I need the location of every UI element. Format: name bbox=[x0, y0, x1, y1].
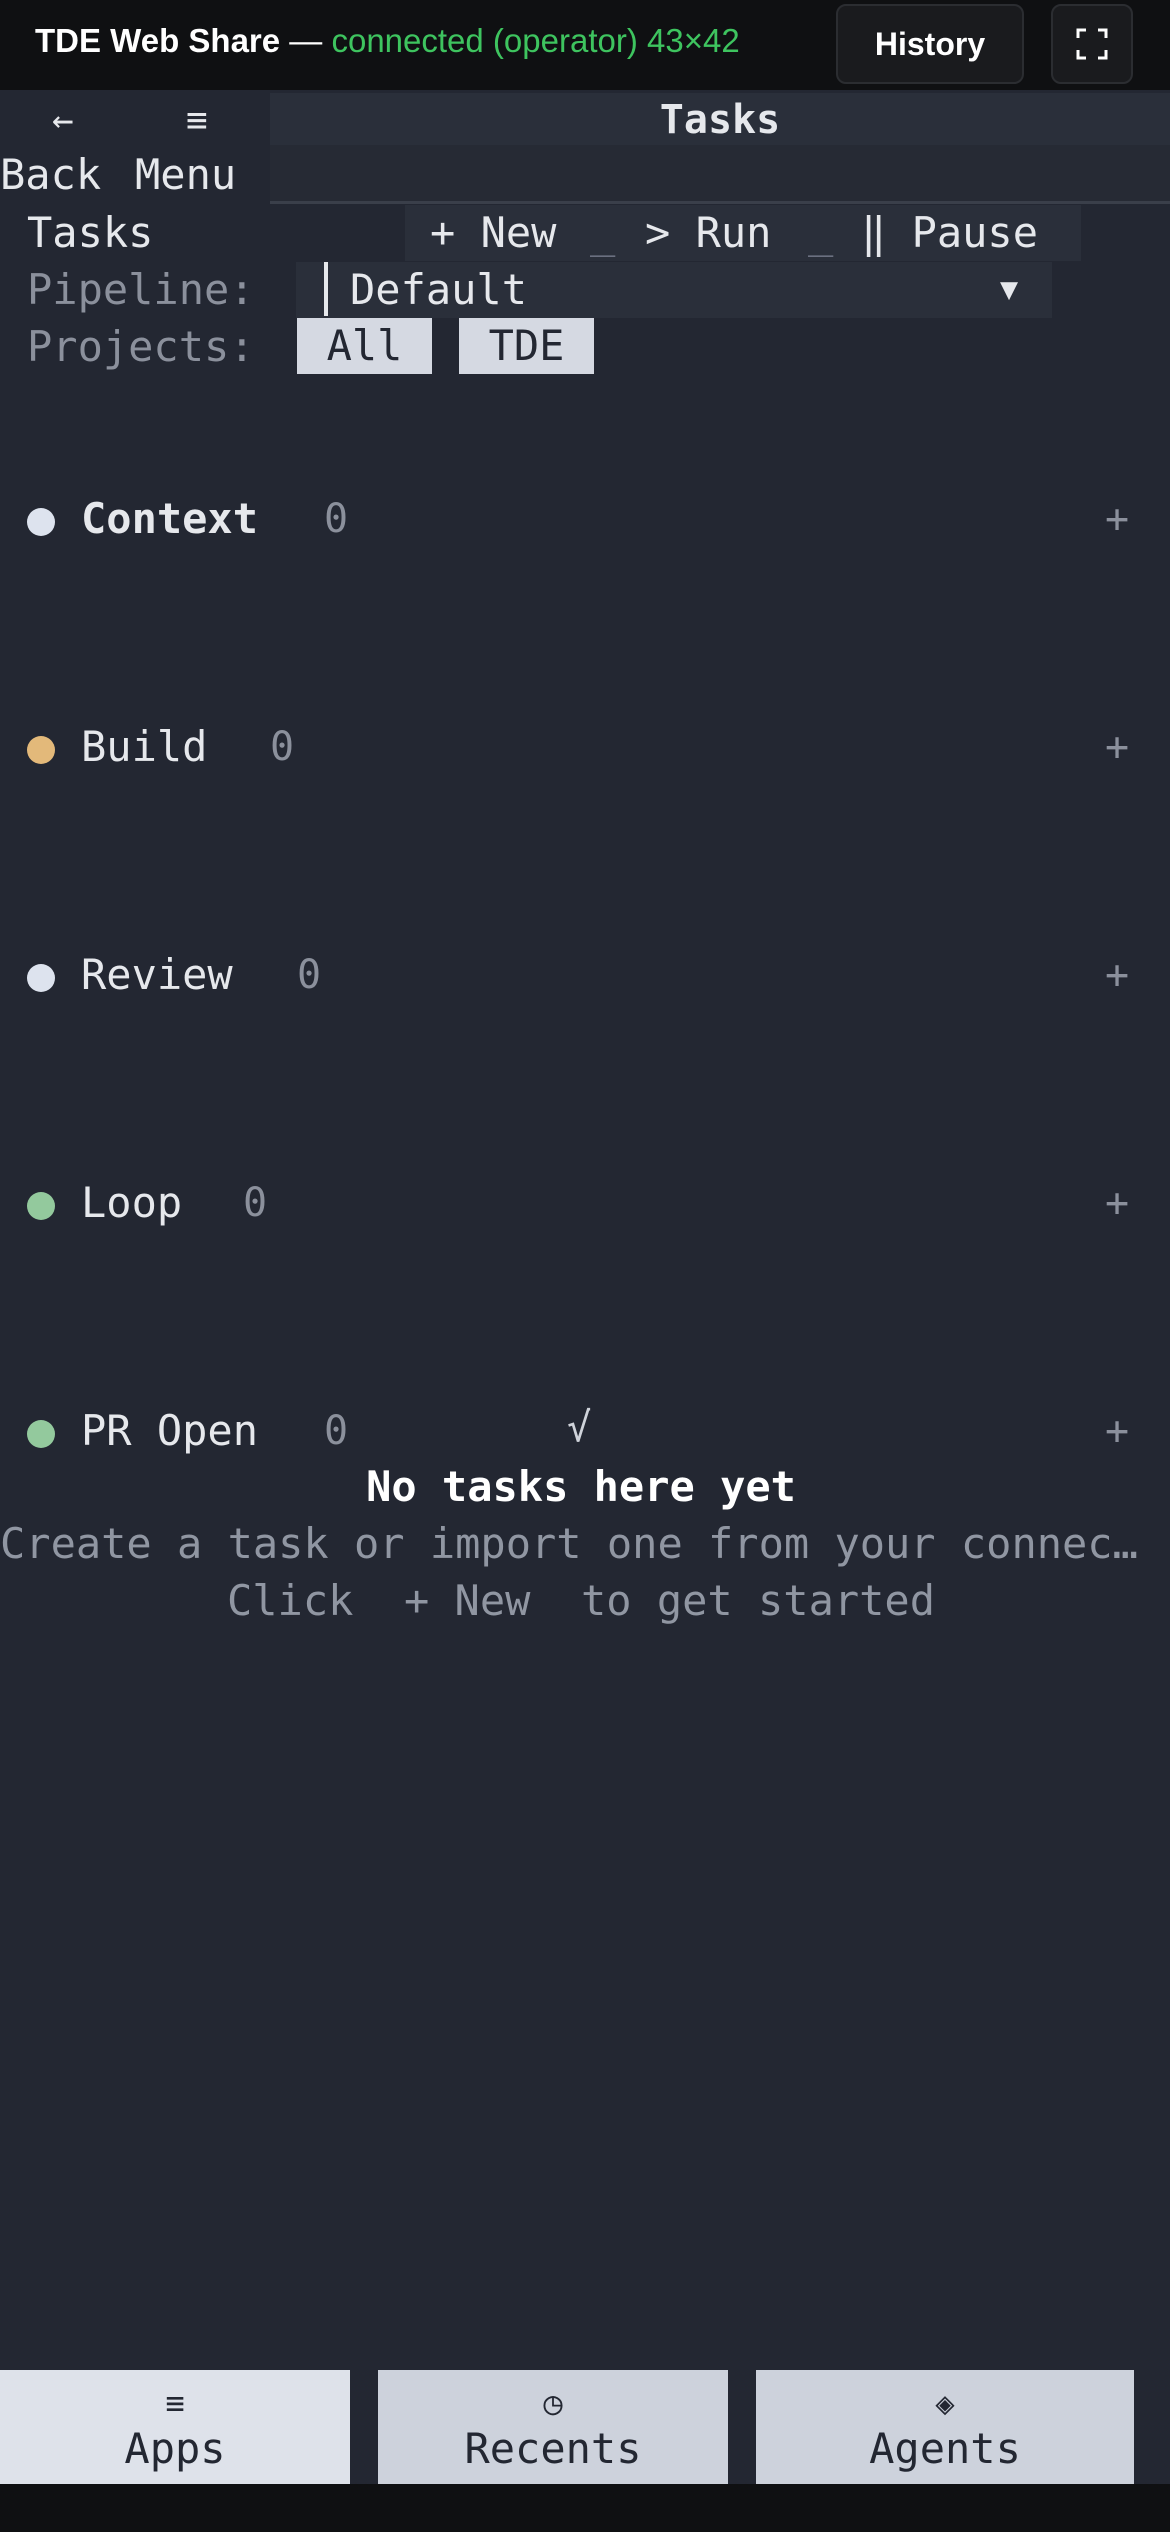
toolbar-separator: _ bbox=[590, 208, 616, 257]
back-button[interactable]: Back bbox=[0, 150, 101, 199]
status-dot bbox=[27, 508, 55, 536]
connection-status: connected (operator) 43×42 bbox=[331, 22, 740, 59]
text-cursor bbox=[324, 262, 328, 316]
empty-state-title: No tasks here yet bbox=[366, 1462, 796, 1511]
add-task-button[interactable]: + bbox=[1105, 952, 1129, 998]
app-name: TDE Web Share bbox=[35, 22, 281, 59]
project-chip-tde[interactable]: TDE bbox=[459, 318, 594, 374]
column-row-context[interactable]: Context 0 + bbox=[0, 490, 1170, 550]
column-name: PR Open bbox=[81, 1406, 259, 1455]
column-count: 0 bbox=[243, 1180, 268, 1226]
project-chip-all[interactable]: All bbox=[297, 318, 432, 374]
column-row-loop[interactable]: Loop 0 + bbox=[0, 1174, 1170, 1234]
screen-title: Tasks bbox=[659, 97, 781, 143]
title-bar-lower bbox=[270, 145, 1170, 204]
pipeline-label: Pipeline: bbox=[27, 265, 255, 314]
add-task-button[interactable]: + bbox=[1105, 1180, 1129, 1226]
column-row-review[interactable]: Review 0 + bbox=[0, 946, 1170, 1006]
pipeline-value: Default bbox=[350, 265, 528, 314]
tab-recents[interactable]: ◷ Recents bbox=[378, 2370, 728, 2484]
bottom-safe-area bbox=[0, 2484, 1170, 2532]
column-count: 0 bbox=[324, 1408, 349, 1454]
toolbar-separator: _ bbox=[808, 208, 834, 257]
status-dot bbox=[27, 736, 55, 764]
column-row-build[interactable]: Build 0 + bbox=[0, 718, 1170, 778]
tab-agents[interactable]: ◈ Agents bbox=[756, 2370, 1134, 2484]
tab-label: Recents bbox=[464, 2424, 642, 2473]
empty-state-description: Create a task or import one from your co… bbox=[0, 1519, 1162, 1568]
pause-button[interactable]: ‖ Pause bbox=[861, 208, 1038, 257]
fullscreen-icon bbox=[1076, 28, 1108, 60]
clock-icon: ◷ bbox=[543, 2384, 563, 2422]
app-title: TDE Web Share — connected (operator) 43×… bbox=[35, 22, 740, 60]
title-separator: — bbox=[280, 22, 332, 59]
section-label: Tasks bbox=[27, 208, 154, 257]
agents-icon: ◈ bbox=[935, 2384, 955, 2422]
column-count: 0 bbox=[297, 952, 322, 998]
tab-label: Agents bbox=[869, 2424, 1021, 2473]
add-task-button[interactable]: + bbox=[1105, 724, 1129, 770]
tab-label: Apps bbox=[124, 2424, 226, 2473]
column-count: 0 bbox=[324, 496, 349, 542]
back-arrow-icon[interactable]: ← bbox=[52, 100, 74, 141]
status-dot bbox=[27, 964, 55, 992]
chevron-down-icon[interactable]: ▼ bbox=[1000, 272, 1018, 307]
column-name: Context bbox=[81, 494, 259, 543]
add-task-button[interactable]: + bbox=[1105, 496, 1129, 542]
menu-button[interactable]: Menu bbox=[135, 150, 236, 199]
status-dot bbox=[27, 1420, 55, 1448]
column-name: Build bbox=[81, 722, 208, 771]
add-task-button[interactable]: + bbox=[1105, 1408, 1129, 1454]
history-button[interactable]: History bbox=[836, 4, 1024, 84]
apps-icon: ≡ bbox=[165, 2384, 185, 2422]
tab-apps[interactable]: ≡ Apps bbox=[0, 2370, 350, 2484]
new-task-button[interactable]: + New bbox=[430, 208, 556, 257]
status-dot bbox=[27, 1192, 55, 1220]
column-count: 0 bbox=[270, 724, 295, 770]
column-name: Review bbox=[81, 950, 233, 999]
empty-state-hint: Click + New to get started bbox=[226, 1576, 935, 1625]
column-name: Loop bbox=[81, 1178, 183, 1227]
fullscreen-button[interactable] bbox=[1051, 4, 1133, 84]
projects-label: Projects: bbox=[27, 322, 255, 371]
menu-icon[interactable]: ≡ bbox=[186, 100, 208, 141]
run-button[interactable]: > Run bbox=[645, 208, 771, 257]
check-icon: √ bbox=[567, 1405, 592, 1451]
